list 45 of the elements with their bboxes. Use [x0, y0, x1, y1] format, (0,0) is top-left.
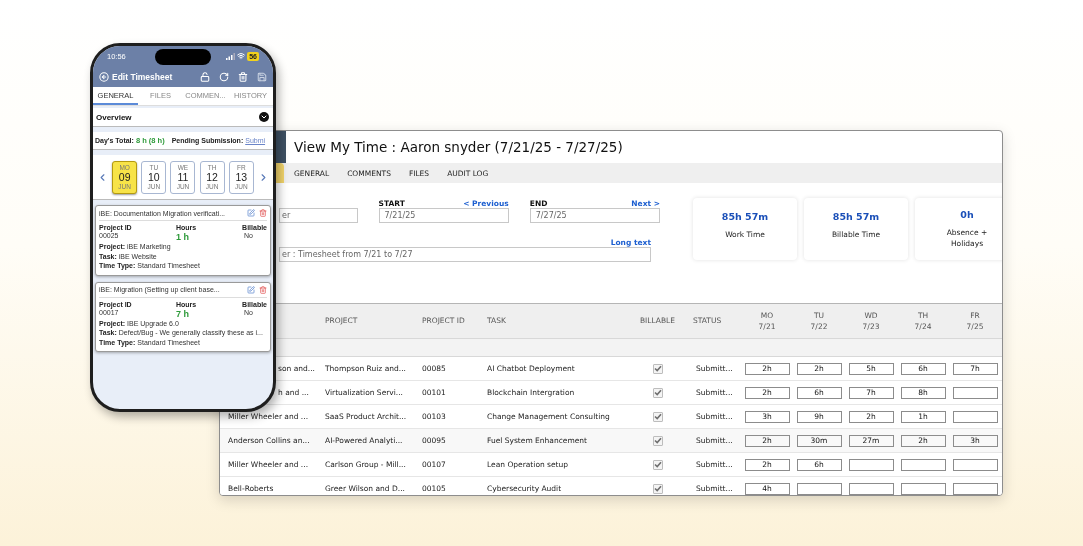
wifi-icon: [237, 52, 246, 60]
billable-checkbox[interactable]: [652, 387, 663, 398]
end-date-field[interactable]: 7/27/25: [529, 208, 660, 223]
hours-field[interactable]: [952, 410, 998, 423]
hours-field[interactable]: [848, 482, 894, 495]
billable-checkbox[interactable]: [652, 483, 663, 494]
day-number: 09: [118, 171, 131, 183]
screen-title: Edit Timesheet: [112, 71, 174, 82]
billable-checkbox[interactable]: [652, 435, 663, 446]
description-field[interactable]: er : Timesheet from 7/21 to 7/27: [279, 247, 651, 262]
filter-field[interactable]: er: [279, 208, 358, 223]
refresh-icon[interactable]: [219, 71, 229, 82]
day-number: 12: [206, 171, 218, 183]
save-icon[interactable]: [257, 71, 267, 82]
hours-value: 1 h: [176, 232, 189, 242]
section-title: Overview: [96, 112, 132, 122]
hours-field[interactable]: [900, 458, 946, 471]
signal-icon: [226, 52, 236, 60]
camera-notch: [155, 49, 211, 65]
hours-field[interactable]: [848, 458, 894, 471]
billable-checkbox[interactable]: [652, 363, 663, 374]
hours-field[interactable]: [952, 458, 998, 471]
start-date-field[interactable]: 7/21/25: [378, 208, 509, 223]
edit-icon[interactable]: [247, 285, 255, 294]
summary-value: 0h: [960, 209, 974, 220]
hours-value: 7 h: [176, 308, 189, 319]
day-number: 13: [235, 171, 248, 183]
window-title: View My Time : Aaron snyder (7/21/25 - 7/27/25): [294, 139, 623, 155]
hours-field[interactable]: [952, 482, 998, 495]
edit-icon[interactable]: [247, 209, 255, 217]
billable-checkbox[interactable]: [652, 459, 663, 470]
hours-field[interactable]: [900, 482, 946, 495]
unlock-icon[interactable]: [200, 71, 210, 82]
summary-value: 85h 57m: [721, 211, 769, 222]
trash-icon[interactable]: [238, 71, 248, 82]
delete-icon[interactable]: [259, 285, 267, 294]
day-number: 11: [177, 171, 189, 183]
day-number: 10: [147, 171, 160, 183]
back-icon[interactable]: [99, 71, 109, 82]
summary-value: 85h 57m: [832, 211, 880, 222]
billable-checkbox[interactable]: [652, 411, 663, 422]
delete-icon[interactable]: [259, 209, 267, 217]
hours-field[interactable]: [952, 386, 998, 399]
collapse-icon[interactable]: [259, 112, 269, 122]
hours-field[interactable]: [796, 482, 842, 495]
